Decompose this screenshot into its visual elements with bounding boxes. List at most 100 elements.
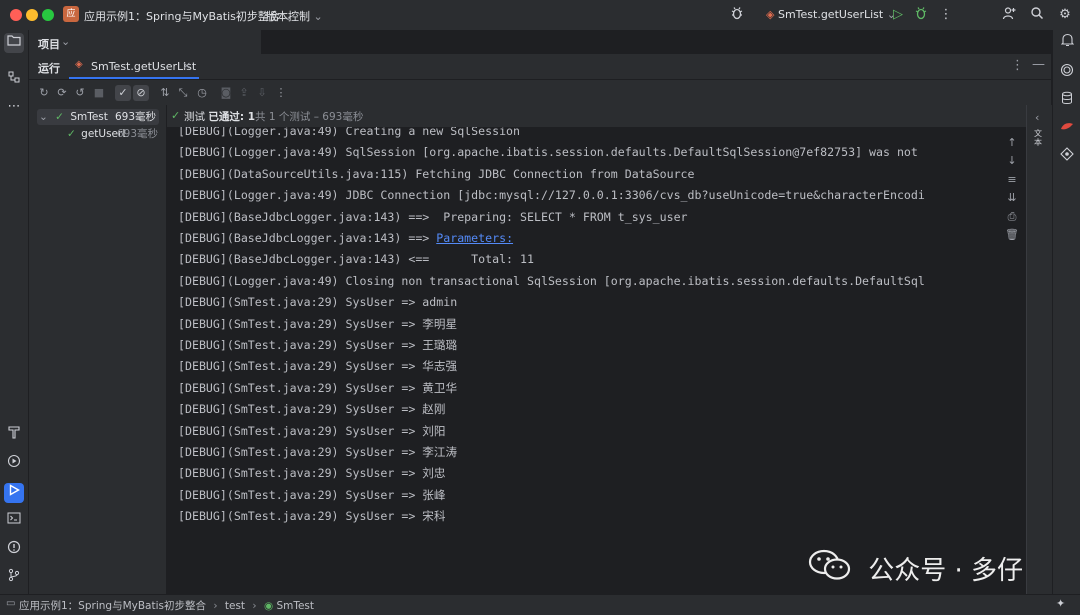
structure-icon[interactable] <box>4 70 24 90</box>
class-icon: ◉ <box>263 600 274 612</box>
breadcrumb-folder[interactable]: test <box>225 600 245 612</box>
console-line-text: [DEBUG](SmTest.java:29) SysUser => 李明星 <box>178 316 458 331</box>
console-line: [DEBUG](Logger.java:49) SqlSession [org.… <box>178 142 918 163</box>
stop-icon[interactable]: ■ <box>91 85 107 101</box>
console-line-text: [DEBUG](SmTest.java:29) SysUser => 赵刚 <box>178 402 446 417</box>
side-panel-label[interactable]: 文本 <box>1034 129 1044 147</box>
trash-icon[interactable]: 🗑 <box>1005 228 1019 242</box>
test-status-text: 测试 已通过: 1共 1 个测试 – 693毫秒 <box>184 109 363 124</box>
module-icon: ▭ <box>6 598 16 609</box>
chevron-left-icon[interactable]: ‹ <box>1035 111 1039 124</box>
run-icon[interactable] <box>4 483 24 503</box>
export-icon[interactable]: ⇪ <box>236 85 252 101</box>
title-bar: 应 应用示例1：Spring与MyBatis初步整合 ⌄ 版本控制 ⌄ ◈ Sm… <box>0 0 1080 31</box>
toggle-auto-test-icon[interactable]: ↺ <box>72 85 88 101</box>
minimize-panel-icon[interactable]: — <box>1032 57 1045 72</box>
arrow-up-icon[interactable]: ↑ <box>1005 136 1019 150</box>
sort-by-duration-icon[interactable]: ⤡ <box>175 85 191 101</box>
terminal-icon[interactable] <box>4 511 24 531</box>
rerun-icon[interactable]: ↻ <box>36 85 52 101</box>
window-maximize-button[interactable] <box>42 9 54 21</box>
problems-icon[interactable] <box>4 540 24 560</box>
gear-icon[interactable]: ⚙ <box>1056 6 1074 24</box>
bug-icon[interactable] <box>912 6 930 24</box>
hammer-icon[interactable] <box>4 426 24 446</box>
assistant-icon[interactable] <box>1057 147 1077 167</box>
window-minimize-button[interactable] <box>26 9 38 21</box>
show-ignored-icon[interactable]: ⊘ <box>133 85 149 101</box>
sort-alphabetically-icon[interactable]: ⇅ <box>157 85 173 101</box>
run-panel-header: 运行 ◈ SmTest.getUserList × ⋮ — <box>29 54 1051 80</box>
console-line-text: [DEBUG](Logger.java:49) JDBC Connection … <box>178 188 925 203</box>
watermark: 公众号 · 多仔 <box>808 548 1023 588</box>
ai-spiral-icon[interactable] <box>1057 63 1077 83</box>
console-line-text: [DEBUG](BaseJdbcLogger.java:143) <== Tot… <box>178 252 534 267</box>
right-toolbar <box>1052 30 1080 594</box>
test-status-row: ✓ 测试 已通过: 1共 1 个测试 – 693毫秒 <box>167 105 1051 128</box>
show-passed-icon[interactable]: ✓ <box>115 85 131 101</box>
run-icon[interactable]: ▷ <box>889 6 907 24</box>
vcs-label: 版本控制 <box>266 10 310 23</box>
console-line-text: [DEBUG](SmTest.java:29) SysUser => admin <box>178 295 458 310</box>
debug-icon[interactable] <box>728 6 746 24</box>
console-line: [DEBUG](SmTest.java:29) SysUser => 黄卫华 <box>178 378 457 399</box>
run-tab[interactable]: ◈ SmTest.getUserList × <box>69 54 199 79</box>
more-icon[interactable]: ⋯ <box>4 97 24 117</box>
run-tab-label: SmTest.getUserList <box>91 60 197 73</box>
search-icon[interactable] <box>1028 6 1046 24</box>
run-panel-title: 运行 <box>38 62 60 75</box>
side-panel-strip: ‹ 文本 <box>1026 105 1052 594</box>
chevron-down-icon: ⌄ <box>61 35 71 48</box>
breadcrumb-project[interactable]: 应用示例1：Spring与MyBatis初步整合 <box>19 600 206 612</box>
bell-icon[interactable] <box>1057 33 1077 53</box>
test-method-time: 693毫秒 <box>116 128 158 140</box>
more-icon[interactable]: ⋮ <box>273 85 289 101</box>
console-toolbar: ↑ ↓ ≡ ⇊ ⎙ 🗑 <box>999 127 1025 594</box>
check-icon: ✓ <box>67 128 76 140</box>
run-toolbar: ↻ ⟳ ↺ ■ ✓ ⊘ ⇅ ⤡ ◷ ◙ ⇪ ⇩ ⋮ <box>29 80 1051 106</box>
vcs-menu[interactable]: 版本控制 ⌄ <box>266 8 323 24</box>
database-icon[interactable] <box>1057 91 1077 111</box>
wechat-logo-icon <box>808 548 852 594</box>
project-panel-header[interactable]: 项目 ⌄ <box>29 30 261 54</box>
watermark-text: 公众号 · 多仔 <box>868 556 1024 586</box>
console-link[interactable]: Parameters: <box>436 231 513 245</box>
console-line-text: [DEBUG](Logger.java:49) Creating a new S… <box>178 127 521 138</box>
console-line: [DEBUG](SmTest.java:29) SysUser => 李江涛 <box>178 442 457 463</box>
console-line: [DEBUG](SmTest.java:29) SysUser => 刘阳 <box>178 421 446 442</box>
test-tree-child[interactable]: ✓ getUserL 693毫秒 <box>67 126 161 142</box>
breadcrumb-class[interactable]: SmTest <box>276 600 314 612</box>
plugin-icon[interactable] <box>1057 119 1077 139</box>
window-close-button[interactable] <box>10 9 22 21</box>
rerun-failed-icon[interactable]: ⟳ <box>54 85 70 101</box>
soft-wrap-icon[interactable]: ≡ <box>1005 173 1019 187</box>
services-icon[interactable] <box>4 454 24 474</box>
check-icon: ✓ <box>171 109 181 122</box>
import-icon[interactable]: ⇩ <box>254 85 270 101</box>
folder-icon[interactable] <box>4 33 24 53</box>
console-line: [DEBUG](DataSourceUtils.java:115) Fetchi… <box>178 164 695 185</box>
git-icon[interactable] <box>4 568 24 588</box>
more-options-icon[interactable]: ⋮ <box>1011 58 1024 73</box>
console-output[interactable]: [DEBUG](Logger.java:49) Creating a new S… <box>167 127 999 594</box>
console-line-text: [DEBUG](SmTest.java:29) SysUser => 宋科 <box>178 509 446 524</box>
test-tree-root[interactable]: ⌄ ✓ SmTest 693毫秒 <box>37 109 159 125</box>
arrow-down-icon[interactable]: ↓ <box>1005 154 1019 168</box>
run-config-icon: ◈ <box>766 8 775 21</box>
camera-icon[interactable]: ◙ <box>218 85 234 101</box>
run-config-selector[interactable]: ◈ SmTest.getUserList ⌄ <box>766 8 896 21</box>
add-user-icon[interactable] <box>1000 6 1018 24</box>
close-icon[interactable]: × <box>182 59 191 72</box>
print-icon[interactable]: ⎙ <box>1005 210 1019 224</box>
more-actions-icon[interactable]: ⋮ <box>937 6 955 24</box>
test-class-time: 693毫秒 <box>114 111 156 123</box>
project-switcher[interactable]: 应用示例1：Spring与MyBatis初步整合 ⌄ <box>84 8 293 24</box>
scroll-to-end-icon[interactable]: ⇊ <box>1005 191 1019 205</box>
ai-assistant-icon[interactable]: ✦ <box>1056 597 1065 610</box>
console-line: [DEBUG](Logger.java:49) Creating a new S… <box>178 127 520 142</box>
history-icon[interactable]: ◷ <box>194 85 210 101</box>
console-line: [DEBUG](SmTest.java:29) SysUser => 刘忠 <box>178 463 446 484</box>
chevron-down-icon: ⌄ <box>39 111 48 123</box>
test-class-name: SmTest <box>70 111 108 123</box>
status-bar: ▭ 应用示例1：Spring与MyBatis初步整合 › test › ◉ Sm… <box>0 594 1080 615</box>
